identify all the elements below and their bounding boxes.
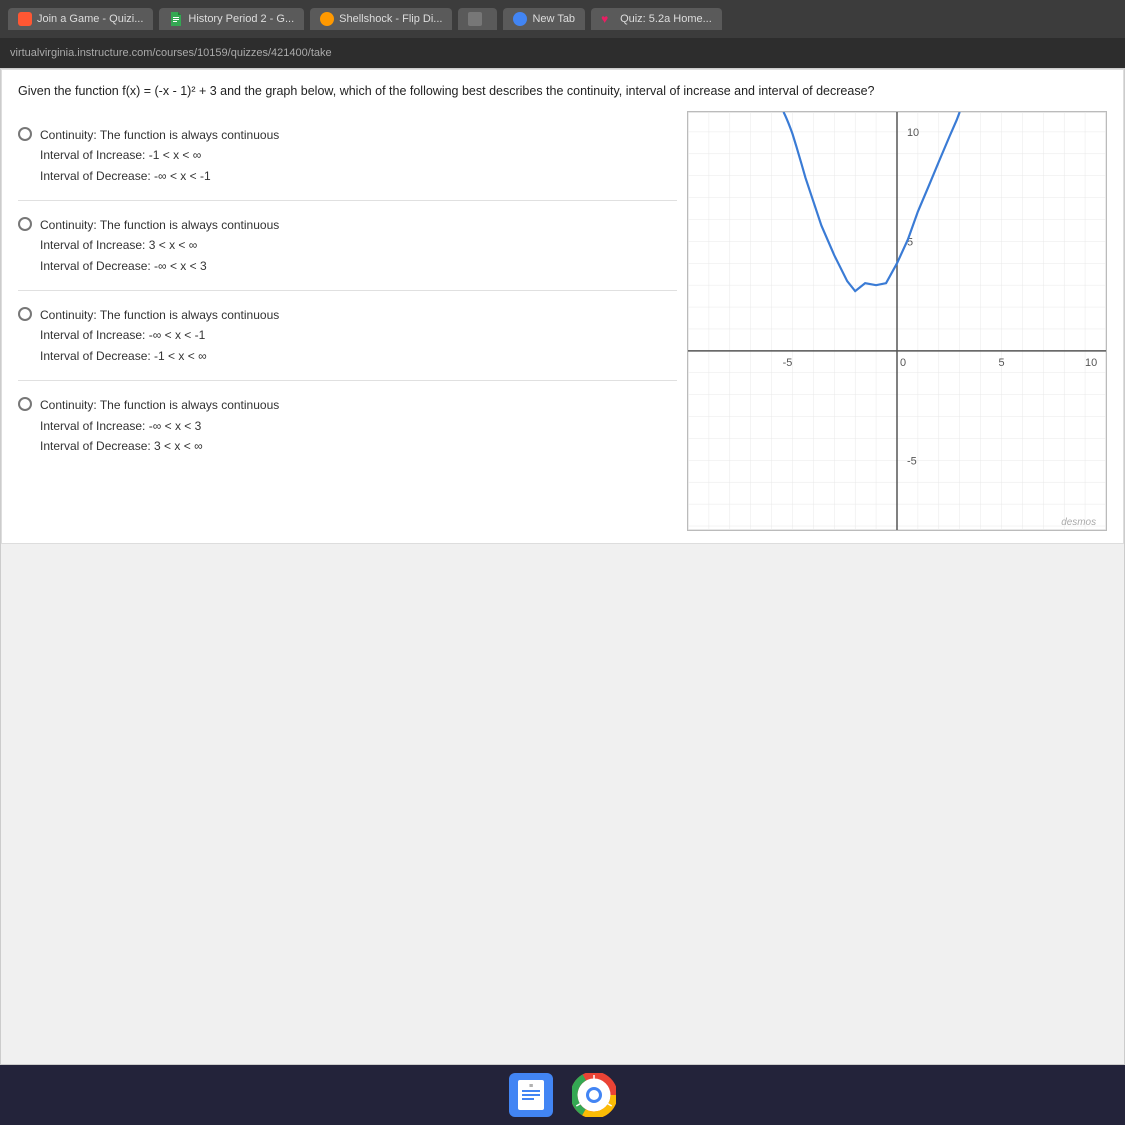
radio-c[interactable] — [18, 307, 32, 321]
tab-quiziz[interactable]: Join a Game - Quizi... — [8, 8, 153, 30]
tab-quiz[interactable]: ♥ Quiz: 5.2a Home... — [591, 8, 722, 30]
tab-new[interactable]: New Tab — [503, 8, 585, 30]
choice-a[interactable]: Continuity: The function is always conti… — [18, 111, 677, 200]
graph-svg: -5 0 5 10 10 5 -5 — [688, 112, 1106, 530]
radio-b[interactable] — [18, 217, 32, 231]
tab-shellshock[interactable]: Shellshock - Flip Di... — [310, 8, 452, 30]
choice-b[interactable]: Continuity: The function is always conti… — [18, 200, 677, 290]
choice-d[interactable]: Continuity: The function is always conti… — [18, 380, 677, 470]
taskbar-chrome-icon[interactable] — [571, 1072, 617, 1118]
quiziz-icon — [18, 12, 32, 26]
x-label-5: 5 — [998, 357, 1004, 369]
taskbar-docs-icon[interactable]: ≡ — [509, 1073, 553, 1117]
x-label-neg5: -5 — [783, 357, 793, 369]
radio-d[interactable] — [18, 397, 32, 411]
docs-tab-icon — [169, 12, 183, 26]
tab-unknown[interactable] — [458, 8, 497, 30]
graph-section: -5 0 5 10 10 5 -5 — [687, 111, 1107, 531]
answers-section: Continuity: The function is always conti… — [18, 111, 687, 531]
choice-b-text: Continuity: The function is always conti… — [40, 215, 279, 276]
radio-a[interactable] — [18, 127, 32, 141]
docs-icon-label: ≡ — [528, 1083, 532, 1090]
graph-container: -5 0 5 10 10 5 -5 — [687, 111, 1107, 531]
question-layout: Continuity: The function is always conti… — [18, 111, 1107, 531]
main-content: Given the function f(x) = (-x - 1)² + 3 … — [0, 68, 1125, 1065]
y-label-10: 10 — [907, 127, 919, 139]
choice-c[interactable]: Continuity: The function is always conti… — [18, 290, 677, 380]
choice-c-text: Continuity: The function is always conti… — [40, 305, 279, 366]
unknown-icon — [468, 12, 482, 26]
choice-d-text: Continuity: The function is always conti… — [40, 395, 279, 456]
question-box: Given the function f(x) = (-x - 1)² + 3 … — [1, 69, 1124, 544]
tab-history[interactable]: History Period 2 - G... — [159, 8, 304, 30]
heart-icon: ♥ — [601, 12, 615, 26]
taskbar: ≡ — [0, 1065, 1125, 1125]
shellshock-icon — [320, 12, 334, 26]
url-bar[interactable]: virtualvirginia.instructure.com/courses/… — [0, 38, 1125, 68]
y-label-neg5: -5 — [907, 455, 917, 467]
newtab-icon — [513, 12, 527, 26]
browser-tab-bar: Join a Game - Quizi... History Period 2 … — [0, 0, 1125, 38]
desmos-watermark: desmos — [1061, 517, 1096, 528]
docs-svg-icon: ≡ — [518, 1080, 544, 1110]
question-text: Given the function f(x) = (-x - 1)² + 3 … — [18, 82, 1107, 101]
x-label-0: 0 — [900, 357, 906, 369]
choice-a-text: Continuity: The function is always conti… — [40, 125, 279, 186]
chrome-svg-icon — [572, 1073, 616, 1117]
x-label-10: 10 — [1085, 357, 1097, 369]
